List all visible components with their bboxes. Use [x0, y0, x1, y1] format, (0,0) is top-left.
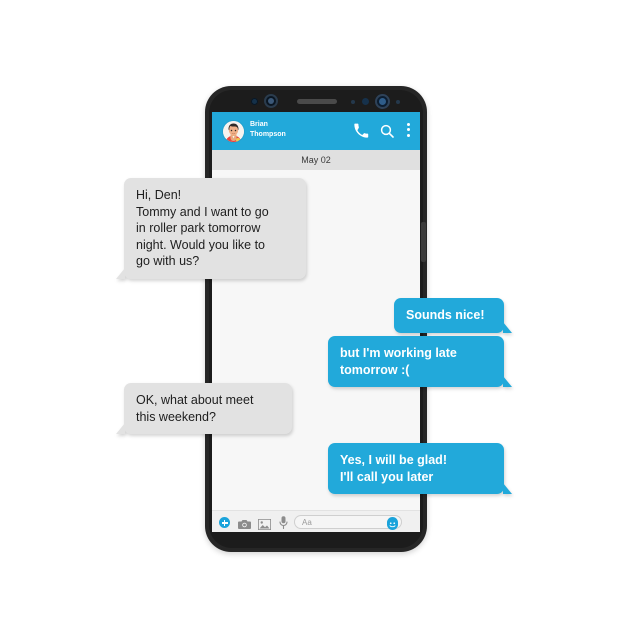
search-icon[interactable] — [379, 123, 395, 139]
photo-image-icon[interactable] — [257, 517, 272, 531]
power-button[interactable] — [421, 222, 426, 262]
microphone-icon[interactable] — [279, 516, 288, 530]
menu-dot — [407, 133, 410, 137]
search-icon-glyph — [380, 124, 394, 138]
three-dot-menu-icon[interactable] — [406, 123, 411, 140]
menu-dot — [407, 123, 410, 126]
photo-icon-glyph — [257, 518, 272, 531]
mic-icon-glyph — [279, 516, 288, 530]
message-bubble-incoming[interactable]: OK, what about meet this weekend? — [116, 383, 292, 434]
user-avatar-icon — [223, 121, 244, 142]
sensor-dot-icon — [396, 100, 400, 104]
camera-icon[interactable] — [238, 517, 251, 529]
sensor-dot-icon — [362, 98, 369, 105]
screenshot-stage: Brian Thompson May 02 Aa Hi, Den! Tommy … — [0, 0, 626, 626]
avatar[interactable] — [223, 121, 244, 142]
search-input[interactable]: Aa — [294, 515, 402, 529]
earpiece-speaker — [297, 99, 337, 104]
sensor-dot-icon — [351, 100, 355, 104]
message-input-placeholder: Aa — [302, 518, 312, 527]
message-bubble-outgoing[interactable]: Sounds nice! — [394, 298, 512, 333]
phone-icon[interactable] — [353, 123, 369, 139]
contact-name: Brian Thompson — [250, 121, 286, 138]
plus-circle-icon[interactable] — [219, 517, 230, 528]
date-separator: May 02 — [212, 150, 420, 170]
chat-header: Brian Thompson — [212, 112, 420, 150]
camera-icon-glyph — [238, 520, 251, 529]
front-camera-icon — [264, 94, 278, 108]
emoji-icon-glyph — [387, 519, 398, 530]
secondary-camera-icon — [375, 94, 390, 109]
message-bubble-outgoing[interactable]: Yes, I will be glad! I'll call you later — [328, 443, 512, 494]
phone-icon-glyph — [354, 123, 369, 138]
proximity-sensor-icon — [251, 98, 258, 105]
message-bubble-outgoing[interactable]: but I'm working late tomorrow :( — [328, 336, 512, 387]
smiley-face-icon[interactable] — [387, 517, 398, 530]
menu-dot — [407, 128, 410, 132]
message-bubble-incoming[interactable]: Hi, Den! Tommy and I want to go in rolle… — [116, 178, 306, 279]
message-input-bar: Aa — [212, 510, 420, 532]
